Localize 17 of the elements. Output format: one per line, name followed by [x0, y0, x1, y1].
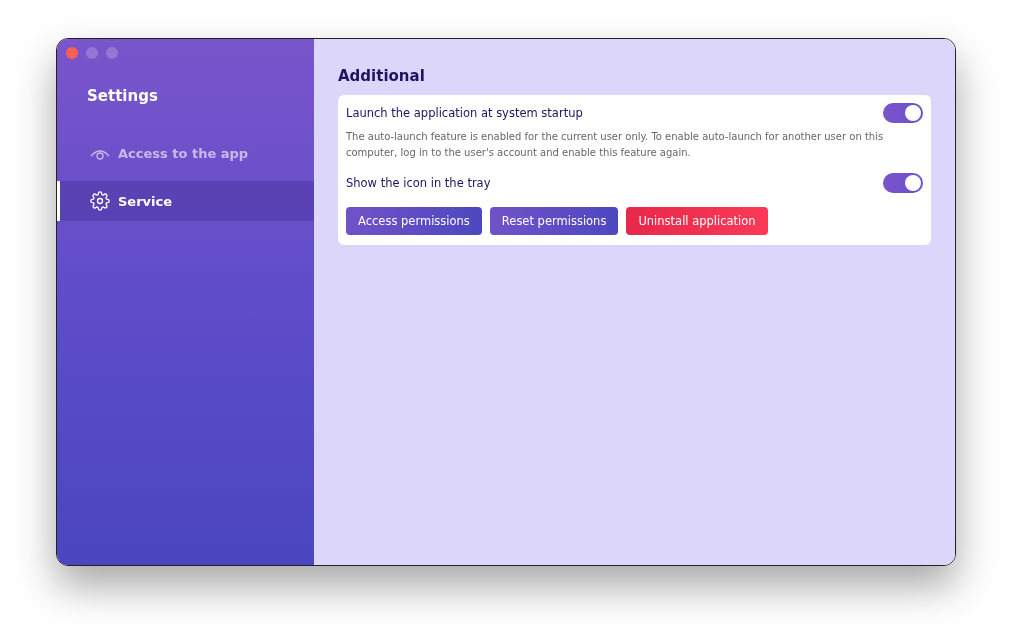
sidebar-item[interactable]: Service [57, 181, 314, 221]
settings-icon [90, 191, 110, 211]
toggle-switch[interactable] [883, 103, 923, 123]
setting-label: Launch the application at system startup [346, 106, 583, 120]
uninstall-button[interactable]: Uninstall application [626, 207, 768, 235]
toggle-switch[interactable] [883, 173, 923, 193]
section-title: Additional [338, 67, 426, 85]
sidebar-item-label: Access to the app [118, 145, 249, 161]
minimize-button[interactable] [86, 47, 98, 59]
sidebar-item-label: Service [118, 193, 173, 209]
zoom-button[interactable] [106, 47, 118, 59]
permissions-button[interactable]: Access permissions [346, 207, 482, 235]
sidebar-title: Settings [86, 86, 159, 107]
setting-label: Show the icon in the tray [346, 176, 491, 190]
setting-description: The auto-launch feature is enabled for the current user only. To enable auto-launch for another user on this computer, log in to the user's account and enable this feature again. [346, 130, 885, 160]
permissions-button[interactable]: Reset permissions [489, 207, 619, 235]
close-button[interactable] [66, 47, 78, 59]
